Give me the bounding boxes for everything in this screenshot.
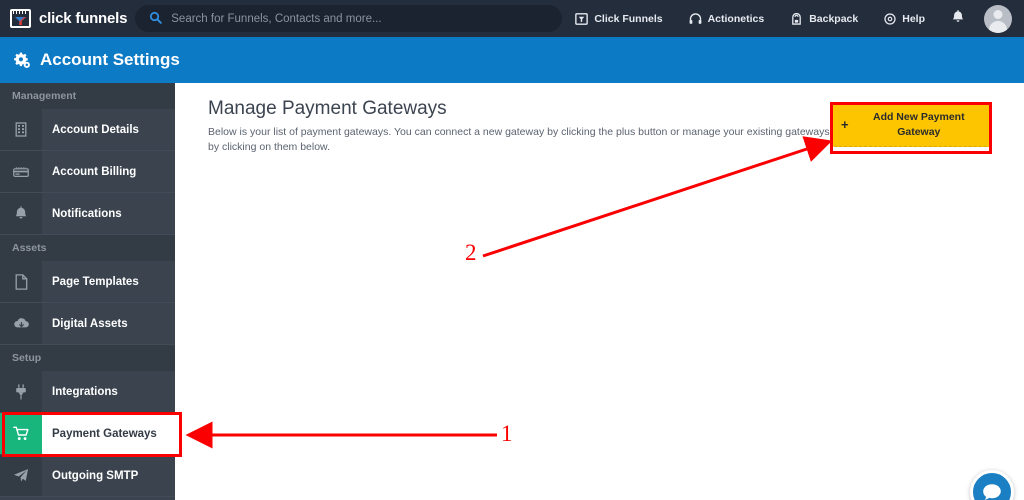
brand-logo-text: click funnels bbox=[39, 10, 128, 27]
nav-item-help[interactable]: Help bbox=[884, 13, 925, 25]
sidebar-item-label: Account Details bbox=[42, 109, 175, 150]
content-heading: Manage Payment Gateways bbox=[208, 98, 447, 119]
sidebar: Management Account Details Account Billi… bbox=[0, 83, 175, 500]
backpack-icon bbox=[790, 12, 803, 25]
sidebar-section-management: Management bbox=[0, 83, 175, 109]
sidebar-item-outgoing-smtp[interactable]: Outgoing SMTP bbox=[0, 455, 175, 497]
nav-item-click-funnels[interactable]: Click Funnels bbox=[575, 12, 663, 25]
sidebar-item-label: Digital Assets bbox=[42, 303, 175, 344]
sidebar-item-label: Notifications bbox=[42, 193, 175, 234]
headset-icon bbox=[689, 12, 702, 25]
paper-plane-icon bbox=[0, 455, 42, 496]
gears-icon bbox=[12, 52, 31, 69]
brand-logo[interactable]: click funnels bbox=[0, 9, 127, 28]
clickfunnels-account-settings-screen: click funnels Click Funnels bbox=[0, 0, 1024, 500]
nav-item-backpack[interactable]: Backpack bbox=[790, 12, 859, 25]
nav-item-label: Help bbox=[902, 12, 925, 25]
clickfunnels-logo-icon bbox=[10, 9, 31, 28]
credit-card-icon bbox=[0, 151, 42, 192]
sidebar-item-account-details[interactable]: Account Details bbox=[0, 109, 175, 151]
funnel-window-icon bbox=[575, 12, 589, 25]
sidebar-item-notifications[interactable]: Notifications bbox=[0, 193, 175, 235]
bell-icon bbox=[0, 193, 42, 234]
shopping-cart-icon bbox=[0, 413, 42, 454]
global-search[interactable] bbox=[135, 5, 563, 32]
chat-support-icon[interactable] bbox=[970, 470, 1014, 500]
sidebar-item-integrations[interactable]: Integrations bbox=[0, 371, 175, 413]
nav-item-label: Actionetics bbox=[707, 12, 765, 25]
sidebar-item-account-billing[interactable]: Account Billing bbox=[0, 151, 175, 193]
sidebar-item-label: Integrations bbox=[42, 371, 175, 412]
nav-item-actionetics[interactable]: Actionetics bbox=[689, 12, 765, 25]
sidebar-item-label: Page Templates bbox=[42, 261, 175, 302]
cloud-download-icon bbox=[0, 303, 42, 344]
top-navigation-bar: click funnels Click Funnels bbox=[0, 0, 1024, 37]
sidebar-item-label: Payment Gateways bbox=[42, 413, 175, 454]
plus-icon: + bbox=[841, 116, 849, 132]
document-icon bbox=[0, 261, 42, 302]
search-input[interactable] bbox=[171, 12, 549, 25]
page-header: Account Settings bbox=[0, 37, 1024, 83]
avatar[interactable] bbox=[984, 4, 1012, 33]
sidebar-item-label: Outgoing SMTP bbox=[42, 455, 175, 496]
top-nav-right-group: Click Funnels Actionetics Backpack Help bbox=[562, 4, 1024, 33]
sidebar-item-digital-assets[interactable]: Digital Assets bbox=[0, 303, 175, 345]
content-description: Below is your list of payment gateways. … bbox=[208, 126, 830, 154]
search-icon bbox=[149, 11, 163, 26]
sidebar-item-page-templates[interactable]: Page Templates bbox=[0, 261, 175, 303]
page-title: Account Settings bbox=[40, 50, 180, 69]
add-button-label: Add New Payment Gateway bbox=[872, 111, 965, 138]
gear-help-icon bbox=[884, 12, 896, 25]
sidebar-item-label: Account Billing bbox=[42, 151, 175, 192]
sidebar-item-payment-gateways[interactable]: Payment Gateways bbox=[0, 413, 175, 455]
nav-item-label: Backpack bbox=[809, 12, 859, 25]
add-new-payment-gateway-button[interactable]: + Add New Payment Gateway bbox=[832, 102, 992, 147]
notification-bell-icon[interactable] bbox=[951, 9, 965, 28]
main-content: Manage Payment Gateways Below is your li… bbox=[175, 83, 1024, 500]
sidebar-section-assets: Assets bbox=[0, 235, 175, 261]
nav-item-label: Click Funnels bbox=[594, 12, 663, 25]
plug-icon bbox=[0, 371, 42, 412]
building-icon bbox=[0, 109, 42, 150]
sidebar-section-setup: Setup bbox=[0, 345, 175, 371]
